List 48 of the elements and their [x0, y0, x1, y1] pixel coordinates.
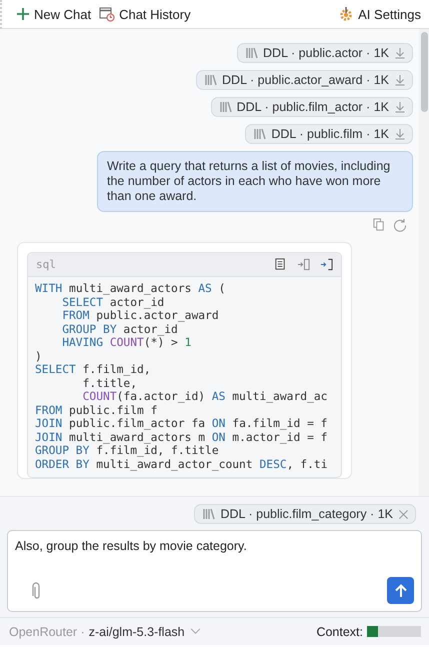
code-line: SELECT f.film_id,: [35, 363, 151, 376]
books-icon: [220, 101, 232, 113]
ai-settings-button[interactable]: AI Settings: [336, 4, 423, 24]
code-line: FROM public.actor_award: [61, 309, 219, 322]
books-icon: [203, 508, 216, 520]
code-line: WITH multi_award_actors AS (: [35, 282, 226, 296]
code-line: JOIN public.film_actor fa ON fa.film_id = f: [35, 417, 328, 430]
code-line: SELECT actor_id: [61, 296, 164, 309]
user-message: Write a query that returns a list of movies, including the number of actors in each who have won more than one award.: [97, 151, 413, 212]
attachment-chip[interactable]: DDL · public.actor_award · 1K: [196, 70, 413, 90]
provider-label: OpenRouter ·: [9, 624, 85, 638]
download-icon[interactable]: [394, 47, 406, 59]
attachment-chip[interactable]: DDL · public.film_category · 1K: [194, 504, 416, 524]
chevron-down-icon: [190, 628, 201, 635]
send-button[interactable]: [387, 577, 414, 604]
insert-icon[interactable]: [320, 258, 333, 271]
refresh-icon[interactable]: [393, 218, 407, 232]
plus-icon: [16, 7, 30, 21]
context-label: Context:: [316, 624, 363, 638]
code-line: ORDER BY multi_award_actor_count DESC, f.ti: [35, 458, 328, 471]
download-icon[interactable]: [394, 101, 406, 113]
close-icon[interactable]: [398, 508, 409, 520]
books-icon: [254, 128, 266, 140]
chat-history-button[interactable]: Chat History: [97, 4, 193, 24]
code-line: ): [35, 350, 42, 363]
new-chat-button[interactable]: New Chat: [14, 4, 94, 24]
arrow-up-icon: [394, 584, 408, 598]
code-line: GROUP BY actor_id: [61, 322, 178, 336]
calendar-clock-icon: [99, 6, 116, 22]
code-line: FROM public.film f: [35, 404, 158, 417]
copy-icon[interactable]: [274, 258, 287, 271]
code-line: GROUP BY f.film_id, f.title: [35, 444, 219, 458]
books-icon: [246, 47, 258, 59]
code-line: COUNT(fa.actor_id) AS multi_award_ac: [82, 390, 328, 404]
model-selector[interactable]: z-ai/glm-5.3-flash: [88, 624, 201, 638]
download-icon[interactable]: [394, 74, 406, 86]
context-meter: [367, 626, 421, 637]
message-input[interactable]: Also, group the results by movie category.: [7, 530, 422, 612]
code-line: JOIN multi_award_actors m ON m.actor_id = f: [35, 430, 328, 444]
code-line: f.title,: [82, 376, 138, 390]
attachment-chip[interactable]: DDL · public.film · 1K: [245, 124, 413, 144]
attachment-chip[interactable]: DDL · public.actor · 1K: [237, 43, 413, 63]
books-icon: [205, 74, 218, 86]
code-line: HAVING COUNT(*) > 1: [61, 336, 192, 350]
language-label: sql: [36, 258, 56, 271]
paperclip-icon[interactable]: [32, 582, 42, 600]
attachment-chip[interactable]: DDL · public.film_actor · 1K: [210, 97, 413, 117]
download-icon[interactable]: [394, 128, 406, 140]
